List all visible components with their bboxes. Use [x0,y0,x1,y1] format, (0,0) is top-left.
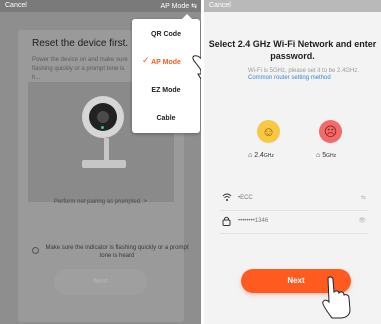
checkmark-icon: ✓ [142,55,150,65]
router-icon: ⌂ [248,152,253,159]
confirm-radio[interactable] [32,247,39,254]
lock-icon [222,216,231,226]
band-5ghz: ⌂ 5GHz [316,152,336,159]
right-top-bar: Cancel [204,0,381,12]
router-icon: ⌂ [316,152,321,159]
switch-network-icon[interactable]: ⇆ [361,194,366,201]
wifi-page-title: Select 2.4 GHz Wi-Fi Network and enter p… [208,39,377,61]
menu-item-cable[interactable]: Cable [132,109,200,129]
mode-selector-button[interactable]: AP Mode ⇆ [161,2,197,10]
wifi-warning-text: Wi-Fi is 5GHz, please set it to be 2.4GH… [248,68,360,74]
wifi-name-value: •ECC [238,195,253,201]
left-next-button[interactable]: Next [54,269,147,295]
confirm-label: Make sure the indicator is flashing quic… [45,245,189,259]
band-2-4-label: 2.4 [254,152,264,159]
frown-icon: ☹ [319,120,342,143]
show-password-icon[interactable]: 👁 [358,217,366,224]
hand-pointer-icon [322,276,351,319]
password-field[interactable]: ••••••••1346 👁 [220,213,368,234]
reset-description: Power the device on and make sure flashi… [32,57,128,81]
band-5-unit: GHz [326,153,337,159]
wifi-name-field[interactable]: •ECC ⇆ [220,190,368,211]
left-cancel-button[interactable]: Cancel [5,2,27,9]
wifi-icon [222,193,232,201]
smile-icon: ☺ [257,120,280,143]
left-top-bar: Cancel AP Mode ⇆ [0,0,201,12]
password-value: ••••••••1346 [238,218,269,224]
band-2-4ghz: ⌂ 2.4GHz [248,152,274,159]
router-setting-link[interactable]: Common router setting method [248,75,331,81]
pairing-hint-link[interactable]: Perform net pairing as prompted. > [0,199,201,205]
right-cancel-button[interactable]: Cancel [209,2,231,9]
band-2-4-unit: GHz [263,153,274,159]
indicator-light-icon [101,126,104,129]
left-screen: Cancel AP Mode ⇆ Reset the device first.… [0,0,201,324]
reset-title: Reset the device first. [32,38,129,49]
menu-item-qr-code[interactable]: QR Code [132,25,200,45]
